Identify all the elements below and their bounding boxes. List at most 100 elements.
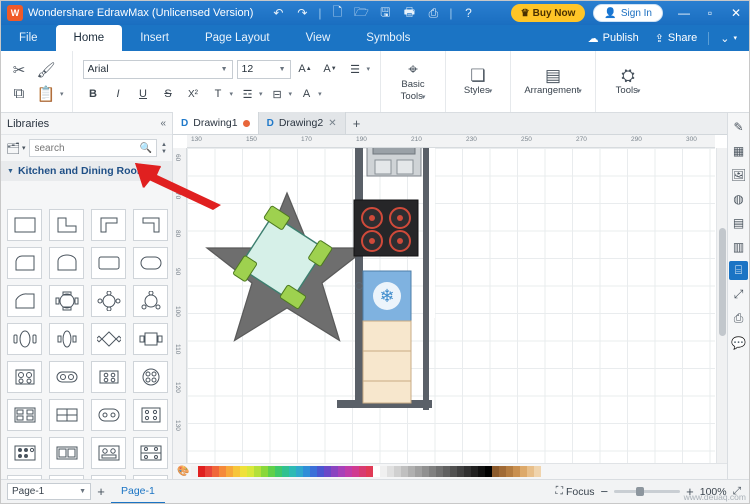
- shape-item[interactable]: [7, 323, 42, 355]
- color-swatch[interactable]: [303, 466, 310, 477]
- color-swatch[interactable]: [296, 466, 303, 477]
- undo-icon[interactable]: ↶: [267, 3, 289, 23]
- color-swatch[interactable]: [520, 466, 527, 477]
- library-scroll-stepper[interactable]: ▲ ▼: [161, 142, 167, 155]
- doc-tab-drawing1[interactable]: D Drawing1: [173, 112, 259, 134]
- bold-button[interactable]: B: [83, 85, 104, 104]
- shape-item[interactable]: [91, 437, 126, 469]
- close-button[interactable]: ✕: [723, 1, 749, 25]
- tab-page-layout[interactable]: Page Layout: [187, 25, 288, 51]
- shrink-font-icon[interactable]: A ▼: [320, 60, 341, 79]
- comment-tool-icon[interactable]: 💬: [729, 333, 748, 352]
- library-category-header[interactable]: ▼ Kitchen and Dining Room: [1, 161, 172, 181]
- ribbon-more-button[interactable]: ⌄ ▾: [712, 28, 745, 48]
- color-swatch[interactable]: [387, 466, 394, 477]
- color-swatch[interactable]: [534, 466, 541, 477]
- search-input[interactable]: [34, 142, 136, 154]
- help-icon[interactable]: ?: [457, 3, 479, 23]
- add-page-button[interactable]: +: [91, 484, 111, 499]
- shape-item[interactable]: [49, 361, 84, 393]
- color-swatch[interactable]: [275, 466, 282, 477]
- minimize-button[interactable]: —: [671, 1, 697, 25]
- copy-icon[interactable]: ⧉: [9, 84, 29, 104]
- maximize-button[interactable]: ▫: [697, 1, 723, 25]
- save-icon[interactable]: 🖫: [374, 3, 396, 23]
- color-swatches[interactable]: [191, 466, 727, 477]
- color-swatch[interactable]: [261, 466, 268, 477]
- shape-item[interactable]: [7, 209, 42, 241]
- color-swatch[interactable]: [401, 466, 408, 477]
- shape-item[interactable]: [7, 437, 42, 469]
- symbols-tool-icon[interactable]: ⌸: [729, 261, 748, 280]
- color-swatch[interactable]: [338, 466, 345, 477]
- theme-tool-icon[interactable]: ◍: [729, 189, 748, 208]
- font-size-combo[interactable]: 12 ▼: [236, 59, 291, 79]
- open-folder-icon[interactable]: 🗁: [350, 3, 372, 23]
- font-family-combo[interactable]: Arial ▼: [82, 59, 233, 79]
- shape-item[interactable]: [49, 437, 84, 469]
- shape-item[interactable]: [49, 323, 84, 355]
- search-box[interactable]: 🔍: [29, 139, 158, 157]
- page-select-combo[interactable]: Page-1 ▼: [7, 483, 91, 500]
- color-swatch[interactable]: [394, 466, 401, 477]
- grid-tool-icon[interactable]: ▦: [729, 141, 748, 160]
- tab-file[interactable]: File: [1, 25, 56, 51]
- shape-item[interactable]: [133, 285, 168, 317]
- shape-item[interactable]: [91, 361, 126, 393]
- tab-symbols[interactable]: Symbols: [348, 25, 428, 51]
- tab-view[interactable]: View: [288, 25, 349, 51]
- library-dropdown-icon[interactable]: 🗂 ▾: [6, 142, 25, 155]
- color-swatch[interactable]: [219, 466, 226, 477]
- grow-font-icon[interactable]: A ▲: [295, 60, 316, 79]
- shape-item[interactable]: [49, 247, 84, 279]
- color-swatch[interactable]: [499, 466, 506, 477]
- strikethrough-button[interactable]: S: [158, 85, 179, 104]
- color-swatch[interactable]: [345, 466, 352, 477]
- color-swatch[interactable]: [254, 466, 261, 477]
- shape-item[interactable]: [91, 247, 126, 279]
- search-icon[interactable]: 🔍: [140, 143, 152, 154]
- format-painter-icon[interactable]: 🖌: [36, 60, 56, 80]
- vscroll-thumb[interactable]: [719, 227, 726, 337]
- shape-item[interactable]: [49, 285, 84, 317]
- text-fill-chevron-down-icon[interactable]: ▾: [318, 90, 322, 98]
- color-swatch[interactable]: [408, 466, 415, 477]
- shape-item[interactable]: [133, 323, 168, 355]
- page-tool-icon[interactable]: ▤: [729, 213, 748, 232]
- sign-in-button[interactable]: 👤 Sign In: [593, 4, 663, 22]
- palette-icon[interactable]: 🎨: [176, 466, 191, 477]
- arrangement-button[interactable]: ▤ Arrangement ▾: [515, 54, 591, 110]
- focus-button[interactable]: ⛶ Focus: [556, 485, 595, 498]
- color-swatch[interactable]: [443, 466, 450, 477]
- color-swatch[interactable]: [331, 466, 338, 477]
- bullet-list-icon[interactable]: ☲: [237, 85, 258, 104]
- buy-now-button[interactable]: ♛ Buy Now: [510, 4, 586, 22]
- color-swatch[interactable]: [352, 466, 359, 477]
- color-swatch[interactable]: [415, 466, 422, 477]
- zoom-slider[interactable]: [614, 487, 681, 496]
- shape-item[interactable]: [133, 437, 168, 469]
- tab-insert[interactable]: Insert: [122, 25, 187, 51]
- doc-tab-drawing2[interactable]: D Drawing2 ✕: [258, 112, 346, 134]
- color-swatch[interactable]: [289, 466, 296, 477]
- text-color-icon[interactable]: T: [208, 85, 229, 104]
- zoom-out-button[interactable]: −: [601, 484, 609, 499]
- collapse-panel-icon[interactable]: «: [160, 118, 166, 129]
- doc-tab-close-icon[interactable]: ✕: [328, 118, 336, 129]
- shape-item[interactable]: [7, 247, 42, 279]
- shape-item[interactable]: [49, 209, 84, 241]
- new-file-icon[interactable]: 🗋: [326, 3, 348, 23]
- color-swatch[interactable]: [429, 466, 436, 477]
- color-swatch[interactable]: [506, 466, 513, 477]
- color-swatch[interactable]: [492, 466, 499, 477]
- color-swatch[interactable]: [324, 466, 331, 477]
- color-swatch[interactable]: [212, 466, 219, 477]
- color-swatch[interactable]: [366, 466, 373, 477]
- color-swatch[interactable]: [191, 466, 198, 477]
- new-document-tab-button[interactable]: +: [346, 112, 368, 134]
- color-swatch[interactable]: [359, 466, 366, 477]
- color-swatch[interactable]: [373, 466, 380, 477]
- shape-item[interactable]: [7, 399, 42, 431]
- export-icon[interactable]: ⎙: [422, 3, 444, 23]
- redo-icon[interactable]: ↷: [291, 3, 313, 23]
